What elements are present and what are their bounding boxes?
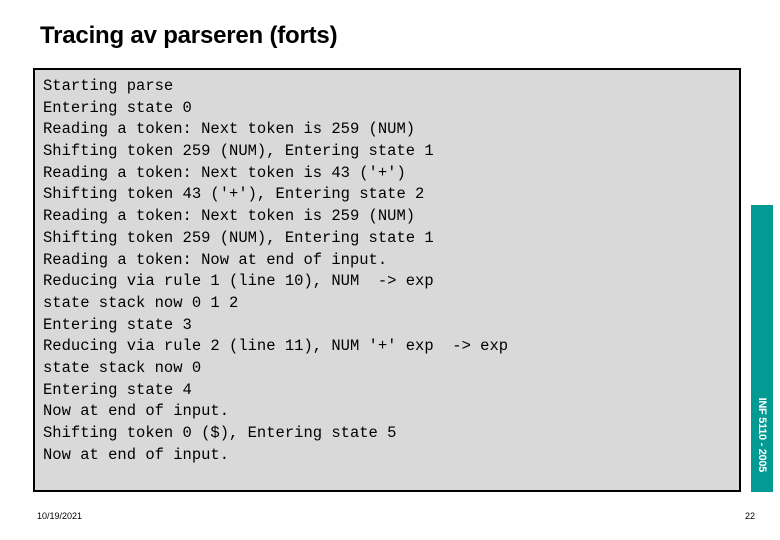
- trace-line: Entering state 4: [43, 380, 192, 399]
- trace-line: Shifting token 43 ('+'), Entering state …: [43, 185, 425, 204]
- trace-line: Reading a token: Next token is 43 ('+'): [43, 163, 406, 182]
- footer-page-number: 22: [745, 511, 756, 521]
- trace-line: Now at end of input.: [43, 402, 230, 421]
- footer-date: 10/19/2021: [37, 511, 83, 521]
- trace-line: Reducing via rule 2 (line 11), NUM '+' e…: [43, 337, 509, 356]
- trace-line: Now at end of input.: [43, 445, 230, 464]
- trace-line: Entering state 3: [43, 315, 192, 334]
- trace-line: Reading a token: Now at end of input.: [43, 250, 388, 269]
- trace-line: Shifting token 259 (NUM), Entering state…: [43, 142, 434, 161]
- trace-line: Reading a token: Next token is 259 (NUM): [43, 207, 416, 226]
- trace-line: Reading a token: Next token is 259 (NUM): [43, 120, 416, 139]
- trace-line: Shifting token 0 ($), Entering state 5: [43, 424, 397, 442]
- slide: Tracing av parseren (forts) Starting par…: [0, 0, 780, 540]
- trace-line: Entering state 0: [43, 98, 192, 117]
- parser-trace-output-box: Starting parse Entering state 0 Reading a …: [33, 68, 741, 492]
- page-title: Tracing av parseren (forts): [40, 22, 338, 49]
- course-side-tab-label: INF 5110 - 2005: [756, 397, 768, 472]
- trace-line: Starting parse: [43, 77, 174, 95]
- trace-line: state stack now 0: [43, 358, 202, 377]
- trace-line: Reducing via rule 1 (line 10), NUM -> ex…: [43, 272, 434, 291]
- trace-line-list: Starting parse Entering state 0 Reading a …: [43, 76, 739, 466]
- course-side-tab: INF 5110 - 2005: [751, 205, 773, 492]
- trace-line: Shifting token 259 (NUM), Entering state…: [43, 228, 434, 247]
- trace-line: state stack now 0 1 2: [43, 293, 239, 312]
